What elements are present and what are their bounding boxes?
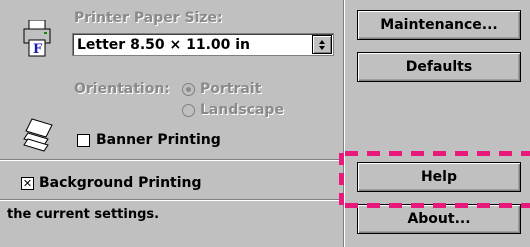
defaults-button[interactable]: Defaults [357, 52, 521, 82]
paper-size-label: Printer Paper Size: [74, 10, 223, 26]
maintenance-button-label: Maintenance... [380, 17, 498, 33]
status-text: the current settings. [7, 207, 160, 222]
defaults-button-label: Defaults [405, 59, 473, 75]
landscape-label-text: Landscape [200, 102, 284, 118]
help-button-label: Help [420, 169, 458, 185]
highlight-bottom-edge [345, 203, 530, 208]
status-divider-highlight [0, 200, 343, 201]
combo-arrow-icon[interactable] [312, 35, 332, 54]
pages-stack-icon [22, 117, 56, 153]
column-divider-highlight [344, 0, 345, 247]
about-button[interactable]: About... [357, 204, 521, 234]
landscape-label: Landscape [200, 102, 284, 118]
help-button[interactable]: Help [357, 162, 521, 192]
paper-size-combobox[interactable]: Letter 8.50 × 11.00 in [72, 33, 334, 56]
about-button-label: About... [407, 211, 471, 227]
portrait-label: Portrait [200, 81, 262, 97]
background-printing-checkbox[interactable]: ✕ [21, 177, 34, 190]
highlight-left-edge [339, 153, 344, 205]
highlight-top-edge [345, 151, 530, 156]
paper-size-value: Letter 8.50 × 11.00 in [77, 37, 251, 53]
section-divider-highlight [0, 160, 343, 161]
orientation-label: Orientation: [74, 81, 170, 97]
printer-icon: F [22, 19, 52, 58]
maintenance-button[interactable]: Maintenance... [357, 10, 521, 40]
landscape-radio[interactable] [182, 104, 195, 117]
portrait-radio[interactable] [182, 83, 195, 96]
banner-printing-checkbox[interactable] [77, 134, 90, 147]
banner-printing-label[interactable]: Banner Printing [96, 132, 221, 148]
background-printing-label[interactable]: Background Printing [39, 175, 202, 191]
svg-text:F: F [33, 42, 43, 57]
